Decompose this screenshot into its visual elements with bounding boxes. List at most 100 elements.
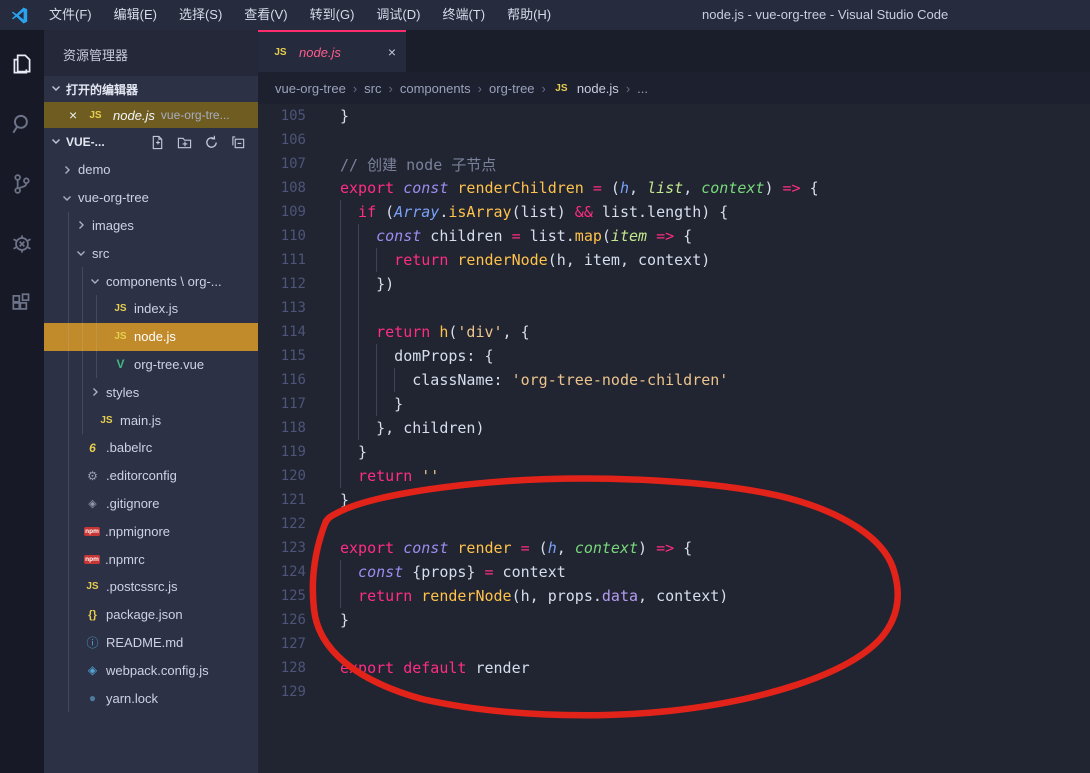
tree-item-npmignore[interactable]: npm .npmignore (44, 517, 258, 546)
tree-item-src[interactable]: src (44, 239, 258, 268)
menu-item[interactable]: 编辑(E) (103, 0, 168, 30)
breadcrumb-item-vue-org-tree[interactable]: vue-org-tree (275, 81, 346, 96)
line-number: 114 (280, 324, 306, 340)
code-line-118[interactable]: 118}, children) (258, 416, 1090, 440)
tree-item-vue-org-tree[interactable]: vue-org-tree (44, 184, 258, 212)
code-line-110[interactable]: 110 const children = list. map(item => { (258, 224, 1090, 248)
tree-item-node-js[interactable]: JS node.js (44, 322, 258, 351)
collapse-all-icon[interactable] (231, 135, 246, 150)
line-number: 127 (280, 636, 306, 652)
close-icon[interactable]: × (69, 107, 81, 123)
tree-item-main-js[interactable]: JS main.js (44, 406, 258, 434)
tree-item-demo[interactable]: demo (44, 156, 258, 184)
search-icon[interactable] (0, 98, 44, 150)
menu-item[interactable]: 文件(F) (38, 0, 103, 30)
tree-item-npmrc[interactable]: npm .npmrc (44, 545, 258, 573)
line-number: 106 (280, 132, 306, 148)
tree-item-index-js[interactable]: JS index.js (44, 294, 258, 323)
code-line-105[interactable]: 105} (258, 104, 1090, 128)
line-number: 125 (280, 588, 306, 604)
debug-icon[interactable] (0, 218, 44, 270)
tree-item-styles[interactable]: styles (44, 378, 258, 407)
breadcrumb-item-components[interactable]: components (400, 81, 471, 96)
code-line-109[interactable]: 109 if (Array. isArray(list) && list.lengt… (258, 200, 1090, 224)
code-line-106[interactable]: 106 (258, 128, 1090, 152)
code-line-114[interactable]: 114 return h('div', { (258, 320, 1090, 344)
code-line-112[interactable]: 112}) (258, 272, 1090, 296)
npm-icon: npm (84, 554, 100, 564)
code-line-123[interactable]: 123 export const render = (h, context) =>… (258, 536, 1090, 560)
git-icon: ◈ (88, 497, 97, 510)
code-line-120[interactable]: 120 return '' (258, 464, 1090, 488)
code-line-121[interactable]: 121} (258, 488, 1090, 512)
new-folder-icon[interactable] (177, 135, 192, 150)
code-line-115[interactable]: 115 domProps: { (258, 344, 1090, 368)
code-line-122[interactable]: 122 (258, 512, 1090, 536)
tree-item-webpack-config-js[interactable]: ◈ webpack.config.js (44, 656, 258, 685)
extensions-icon[interactable] (0, 278, 44, 330)
tree-item-label: src (92, 245, 110, 261)
tree-item-components-org[interactable]: components \ org-... (44, 267, 258, 295)
tree-item-babelrc[interactable]: 6 .babelrc (44, 433, 258, 462)
indent-guides (68, 628, 82, 657)
js-icon: JS (114, 303, 127, 315)
code-line-127[interactable]: 127 (258, 632, 1090, 656)
code-line-129[interactable]: 129 (258, 680, 1090, 704)
breadcrumb-item-org-tree[interactable]: org-tree (489, 81, 535, 96)
code-line-128[interactable]: 128 export default render (258, 656, 1090, 680)
tab-close-icon[interactable]: × (388, 44, 396, 60)
activity-bar (0, 30, 44, 773)
menu-item[interactable]: 帮助(H) (496, 0, 562, 30)
indent-guides (68, 517, 82, 546)
project-section-header[interactable]: VUE-... (44, 128, 258, 156)
breadcrumb-item-node-js[interactable]: JS node.js (553, 81, 619, 96)
code-line-117[interactable]: 117} (258, 392, 1090, 416)
source-control-icon[interactable] (0, 158, 44, 210)
indent-guides (68, 656, 82, 685)
indent-guide (340, 248, 395, 272)
code-line-116[interactable]: 116 className: 'org-tree-node-children' (258, 368, 1090, 392)
new-file-icon[interactable] (150, 135, 165, 150)
tree-item-package-json[interactable]: {} package.json (44, 600, 258, 629)
tree-item-label: .npmignore (105, 523, 171, 539)
tree-item-yarn-lock[interactable]: ● yarn.lock (44, 684, 258, 712)
menu-item[interactable]: 转到(G) (299, 0, 366, 30)
indent-guides (68, 267, 96, 295)
line-number: 115 (280, 348, 306, 364)
tab-node-js[interactable]: JS node.js × (258, 30, 406, 72)
menu-item[interactable]: 终端(T) (431, 0, 496, 30)
editor-code[interactable]: 105} 106 107// 创建 node 子节点 108 export const … (258, 104, 1090, 773)
code-line-111[interactable]: 111 return renderNode (h, item, context) (258, 248, 1090, 272)
chevron-right-icon: › (477, 80, 483, 96)
menu-item[interactable]: 调试(D) (365, 0, 431, 30)
open-editors-header[interactable]: 打开的编辑器 (44, 76, 258, 102)
code-line-113[interactable]: 113 (258, 296, 1090, 320)
tree-item-org-tree-vue[interactable]: Vorg-tree.vue (44, 350, 258, 379)
code-line-124[interactable]: 124 const {props} = context (258, 560, 1090, 584)
indent-guide (340, 296, 377, 320)
indent-guides (68, 433, 82, 462)
tree-item-label: images (92, 217, 134, 233)
tree-item-images[interactable]: images (44, 211, 258, 240)
tree-item-readme-md[interactable]: ⓘ README.md (44, 628, 258, 657)
code-line-107[interactable]: 107// 创建 node 子节点 (258, 152, 1090, 176)
babel-icon: 6 (89, 440, 96, 455)
code-line-125[interactable]: 125 return renderNode (h, props. data, cont… (258, 584, 1090, 608)
menu-item[interactable]: 选择(S) (168, 0, 233, 30)
menu-item[interactable]: 查看(V) (233, 0, 298, 30)
tree-item-gitignore[interactable]: ◈ .gitignore (44, 489, 258, 518)
tree-item-postcssrc-js[interactable]: JS .postcssrc.js (44, 572, 258, 601)
chevron-right-icon: › (541, 80, 546, 96)
explorer-icon[interactable] (0, 38, 44, 90)
tree-item-editorconfig[interactable]: ⚙ .editorconfig (44, 461, 258, 490)
tree-item-label: webpack.config.js (106, 662, 209, 678)
code-line-108[interactable]: 108 export const renderChildren = (h, lis… (258, 176, 1090, 200)
open-editor-item-node-js[interactable]: × JS node.js vue-org-tre... (44, 102, 258, 128)
breadcrumb-item-src[interactable]: src (364, 81, 381, 96)
indent-guides (68, 406, 96, 434)
code-line-126[interactable]: 126} (258, 608, 1090, 632)
breadcrumb-item-item[interactable]: ... (637, 81, 648, 96)
refresh-icon[interactable] (204, 135, 219, 150)
code-line-119[interactable]: 119} (258, 440, 1090, 464)
js-icon: JS (555, 82, 568, 94)
